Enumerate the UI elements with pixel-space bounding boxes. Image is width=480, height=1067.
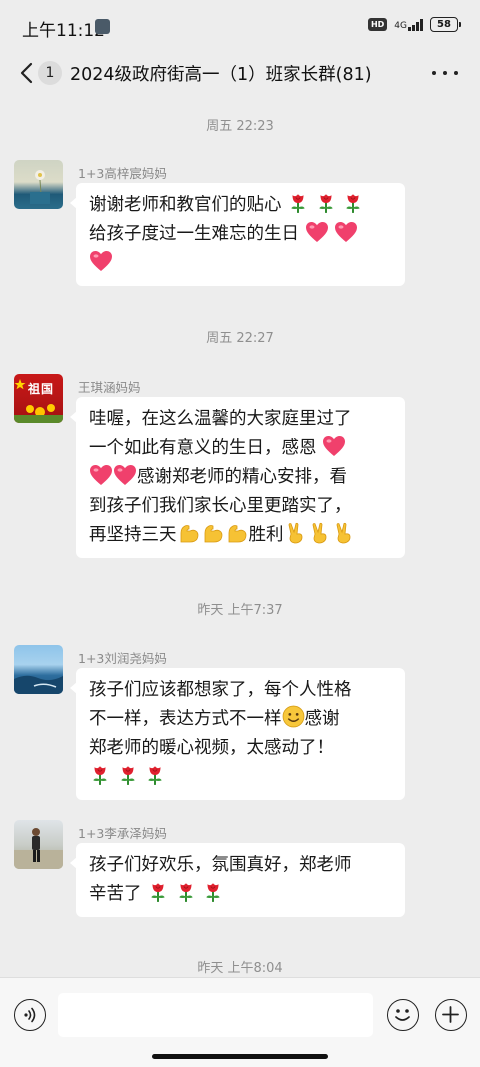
message-bubble[interactable]: 谢谢老师和教官们的贴心 给孩子度过一生难忘的生日	[70, 183, 405, 286]
heart-icon	[322, 435, 346, 457]
more-button[interactable]	[432, 61, 458, 85]
avatar-text: 祖国	[28, 382, 55, 396]
avatar[interactable]	[14, 160, 63, 209]
seascape-icon	[14, 675, 63, 694]
back-icon	[20, 62, 33, 84]
message-text: 感谢	[304, 709, 340, 729]
muscle-icon	[201, 522, 225, 544]
heart-icon	[89, 250, 113, 272]
message-text: 孩子们应该都想家了，每个人性格	[89, 680, 352, 700]
status-time: 上午11:12	[22, 21, 105, 41]
message-text: 一个如此有意义的生日，感恩	[89, 438, 317, 458]
avatar[interactable]	[14, 645, 63, 694]
more-icon	[432, 71, 436, 75]
voice-input-button[interactable]	[14, 999, 46, 1031]
message-timestamp: 昨天 上午7:37	[197, 603, 283, 618]
sender-name: 1+3刘润尧妈妈	[78, 651, 167, 666]
battery-level: 58	[437, 19, 451, 30]
victory-icon	[332, 522, 356, 544]
message-bubble[interactable]: 孩子们应该都想家了，每个人性格 不一样，表达方式不一样 感谢 郑老师的暖心视频，太…	[70, 668, 405, 800]
message-input[interactable]	[58, 993, 373, 1037]
chat-title: 2024级政府街高一（1）班家长群(81)	[70, 65, 372, 85]
message-text: 孩子们好欢乐，氛围真好，郑老师	[89, 855, 352, 875]
message-text: 胜利	[248, 525, 284, 545]
muscle-icon	[225, 522, 249, 544]
avatar[interactable]	[14, 820, 63, 869]
back-button[interactable]	[14, 58, 38, 88]
status-bar: 上午11:12 HD 4G 58	[0, 0, 480, 52]
sender-name: 1+3李承泽妈妈	[78, 826, 167, 841]
rose-icon	[89, 764, 111, 786]
battery-icon: 58	[430, 17, 461, 32]
rose-icon	[175, 881, 197, 903]
rose-icon	[202, 881, 224, 903]
rose-icon	[147, 881, 169, 903]
message-text: 感谢郑老师的精心安排，看	[137, 467, 347, 487]
voice-icon	[24, 1007, 36, 1023]
avatar[interactable]: 祖国	[14, 374, 63, 423]
message-timestamp: 周五 22:23	[206, 119, 274, 134]
flower-icon	[30, 170, 50, 204]
person-photo-icon	[14, 828, 63, 869]
heart-icon	[305, 221, 329, 243]
muscle-icon	[177, 522, 201, 544]
message-text: 给孩子度过一生难忘的生日	[89, 224, 299, 244]
message-input-bar	[0, 977, 480, 1067]
signal-icon: 4G	[394, 18, 423, 31]
rose-icon	[342, 192, 364, 214]
rose-icon	[117, 764, 139, 786]
message-text: 哇喔，在这么温馨的大家庭里过了	[89, 409, 352, 429]
emoji-button[interactable]	[387, 999, 419, 1031]
sender-name: 王琪涵妈妈	[78, 380, 141, 395]
victory-icon	[284, 522, 308, 544]
home-indicator[interactable]	[152, 1054, 328, 1059]
message-bubble[interactable]: 哇喔，在这么温馨的大家庭里过了 一个如此有意义的生日，感恩 感谢郑老师的精心安排…	[70, 397, 405, 558]
emoji-icon	[395, 1009, 410, 1021]
network-type: 4G	[394, 20, 407, 31]
rose-icon	[287, 192, 309, 214]
message-text: 郑老师的暖心视频，太感动了！	[89, 738, 334, 758]
unread-count-badge[interactable]: 1	[38, 61, 62, 85]
heart-icon	[334, 221, 358, 243]
message-text: 谢谢老师和教官们的贴心	[89, 195, 282, 215]
smile-icon	[282, 705, 305, 728]
message-text: 辛苦了	[89, 884, 142, 904]
message-text: 到孩子们我们家长心里更踏实了，	[89, 496, 352, 516]
more-functions-button[interactable]	[435, 999, 467, 1031]
sender-name: 1+3高梓宸妈妈	[78, 166, 167, 181]
message-text: 不一样，表达方式不一样	[89, 709, 282, 729]
status-indicators: HD 4G 58	[367, 17, 461, 32]
hd-icon: HD	[367, 18, 388, 31]
victory-icon	[308, 522, 332, 544]
plus-icon	[442, 1006, 459, 1023]
app-notification-icon	[95, 19, 110, 34]
message-timestamp: 周五 22:27	[206, 331, 274, 346]
rose-icon	[315, 192, 337, 214]
message-bubble[interactable]: 孩子们好欢乐，氛围真好，郑老师 辛苦了	[70, 843, 405, 917]
rose-icon	[144, 764, 166, 786]
heart-icon	[113, 464, 137, 486]
chat-header: 1 2024级政府街高一（1）班家长群(81)	[0, 52, 480, 94]
message-text: 再坚持三天	[89, 525, 177, 545]
message-timestamp: 昨天 上午8:04	[197, 961, 283, 976]
heart-icon	[89, 464, 113, 486]
